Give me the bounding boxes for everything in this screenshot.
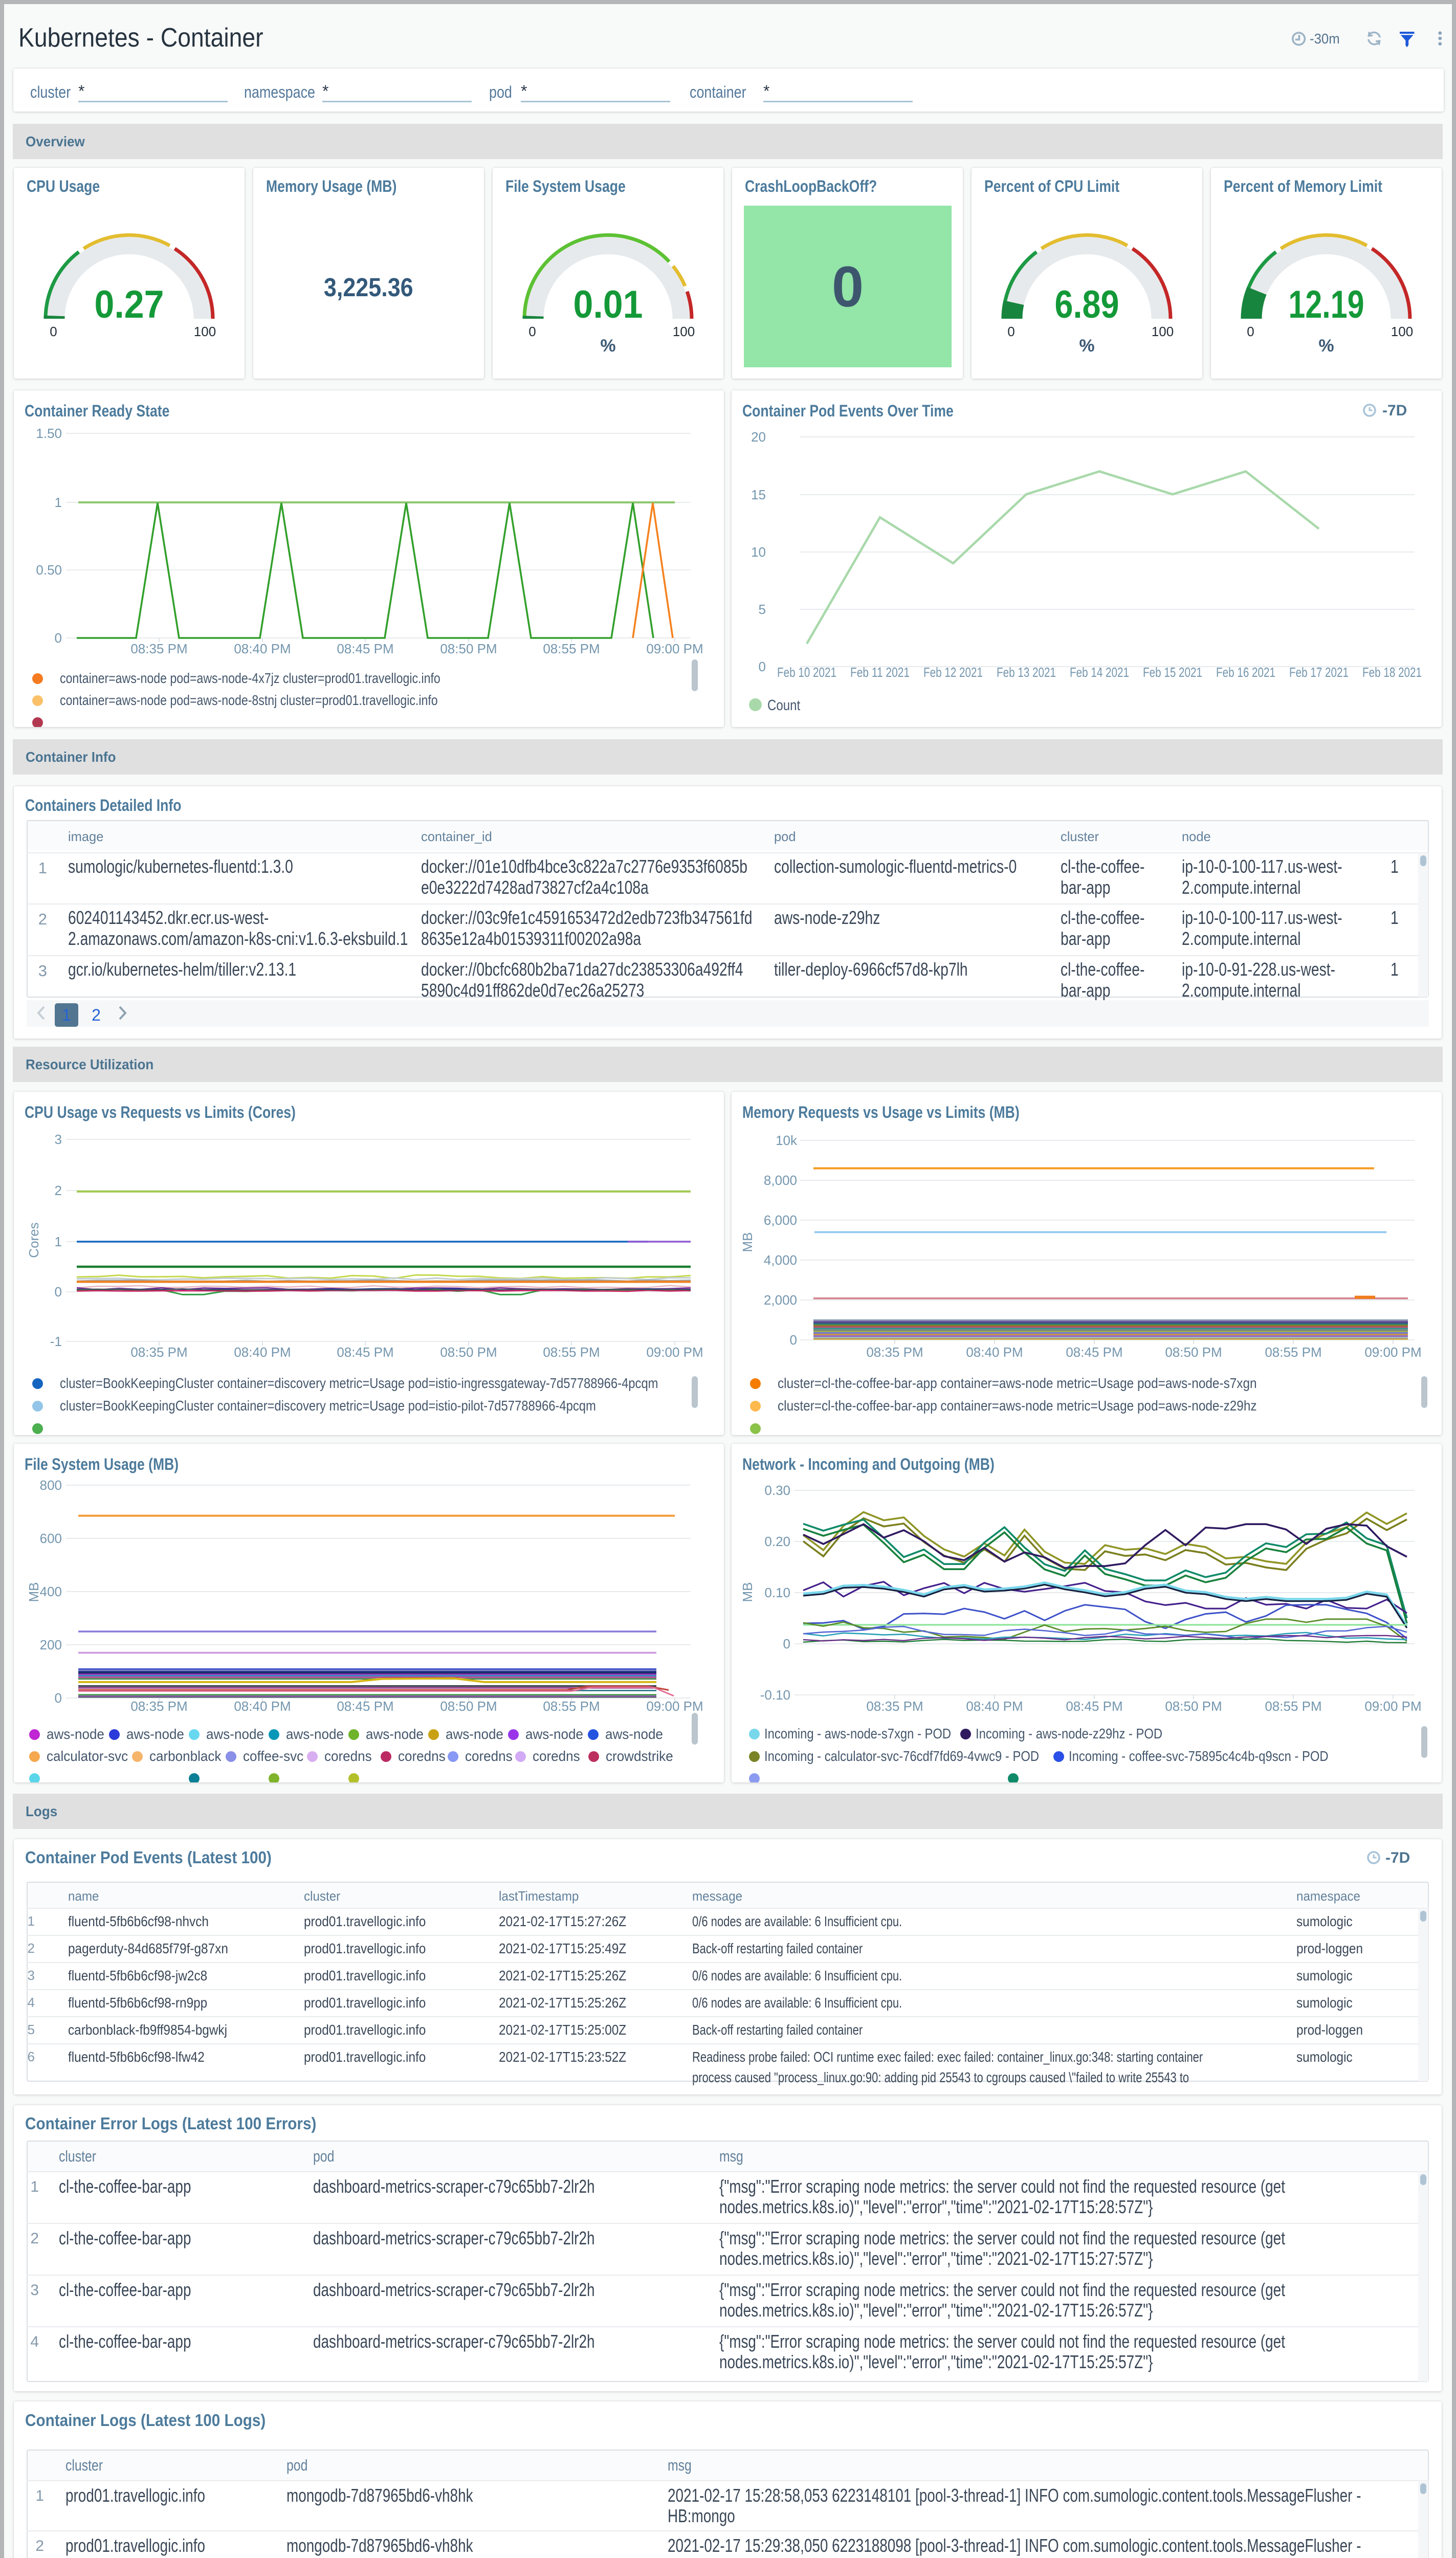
svg-text:1: 1: [55, 495, 62, 510]
svg-text:Feb 17 2021: Feb 17 2021: [1289, 665, 1349, 680]
svg-text:15: 15: [751, 487, 766, 502]
svg-text:100: 100: [673, 324, 695, 339]
svg-text:2: 2: [55, 1183, 62, 1198]
svg-text:0: 0: [1247, 324, 1254, 339]
svg-text:Feb 12 2021: Feb 12 2021: [923, 665, 983, 680]
svg-text:400: 400: [40, 1584, 62, 1599]
svg-text:1: 1: [55, 1234, 62, 1249]
svg-text:200: 200: [40, 1637, 62, 1652]
svg-text:3: 3: [55, 1132, 62, 1147]
svg-text:08:35 PM: 08:35 PM: [866, 1344, 923, 1360]
svg-text:0.30: 0.30: [764, 1483, 790, 1498]
svg-text:0: 0: [50, 324, 57, 339]
svg-text:10: 10: [751, 544, 766, 560]
svg-text:12.19: 12.19: [1289, 283, 1364, 326]
svg-text:1.50: 1.50: [36, 426, 62, 441]
svg-text:Feb 15 2021: Feb 15 2021: [1143, 665, 1202, 680]
svg-text:5: 5: [759, 602, 766, 617]
svg-text:6,000: 6,000: [764, 1212, 797, 1228]
svg-text:100: 100: [1152, 324, 1174, 339]
svg-text:08:50 PM: 08:50 PM: [440, 1344, 497, 1360]
svg-text:0.10: 0.10: [764, 1585, 790, 1600]
svg-text:08:55 PM: 08:55 PM: [1265, 1344, 1321, 1360]
svg-text:0.50: 0.50: [36, 562, 62, 578]
svg-text:Feb 14 2021: Feb 14 2021: [1070, 665, 1129, 680]
svg-text:-1: -1: [50, 1334, 62, 1349]
svg-text:08:50 PM: 08:50 PM: [440, 1699, 497, 1714]
svg-text:4,000: 4,000: [764, 1252, 797, 1268]
svg-text:0.01: 0.01: [573, 283, 643, 326]
svg-text:Cores: Cores: [26, 1222, 41, 1258]
svg-text:%: %: [600, 336, 615, 356]
svg-text:0: 0: [783, 1636, 790, 1651]
svg-text:08:50 PM: 08:50 PM: [1165, 1344, 1222, 1360]
svg-text:100: 100: [194, 324, 216, 339]
svg-text:08:45 PM: 08:45 PM: [337, 1344, 393, 1360]
svg-text:800: 800: [40, 1478, 62, 1493]
svg-text:Feb 13 2021: Feb 13 2021: [997, 665, 1056, 680]
svg-text:09:00 PM: 09:00 PM: [646, 1699, 703, 1714]
svg-text:%: %: [1318, 336, 1334, 356]
svg-text:08:45 PM: 08:45 PM: [1066, 1699, 1122, 1714]
svg-text:08:45 PM: 08:45 PM: [1066, 1344, 1122, 1360]
svg-text:Feb 11 2021: Feb 11 2021: [850, 665, 910, 680]
svg-text:%: %: [1079, 336, 1094, 356]
svg-text:08:35 PM: 08:35 PM: [130, 641, 187, 656]
svg-text:09:00 PM: 09:00 PM: [646, 641, 703, 656]
svg-text:10k: 10k: [776, 1133, 798, 1148]
svg-text:09:00 PM: 09:00 PM: [1364, 1344, 1421, 1360]
svg-text:0: 0: [790, 1332, 797, 1348]
svg-text:09:00 PM: 09:00 PM: [646, 1344, 703, 1360]
svg-text:08:40 PM: 08:40 PM: [234, 1344, 291, 1360]
svg-text:0: 0: [55, 630, 62, 646]
svg-text:08:55 PM: 08:55 PM: [1265, 1699, 1321, 1714]
svg-text:100: 100: [1391, 324, 1413, 339]
svg-text:08:55 PM: 08:55 PM: [543, 1344, 600, 1360]
svg-text:MB: MB: [26, 1582, 41, 1602]
svg-text:08:35 PM: 08:35 PM: [866, 1699, 923, 1714]
svg-text:08:50 PM: 08:50 PM: [1165, 1699, 1222, 1714]
svg-text:08:45 PM: 08:45 PM: [337, 641, 393, 656]
svg-text:-0.10: -0.10: [760, 1687, 790, 1703]
svg-text:20: 20: [751, 429, 766, 445]
svg-text:08:55 PM: 08:55 PM: [543, 641, 600, 656]
svg-text:MB: MB: [740, 1582, 755, 1602]
svg-text:0.20: 0.20: [764, 1534, 790, 1549]
svg-text:08:40 PM: 08:40 PM: [966, 1344, 1023, 1360]
svg-text:0: 0: [1007, 324, 1014, 339]
svg-text:08:35 PM: 08:35 PM: [130, 1344, 187, 1360]
svg-text:2,000: 2,000: [764, 1292, 797, 1308]
svg-text:08:35 PM: 08:35 PM: [130, 1699, 187, 1714]
svg-text:08:40 PM: 08:40 PM: [234, 1699, 291, 1714]
svg-text:8,000: 8,000: [764, 1173, 797, 1188]
svg-text:08:50 PM: 08:50 PM: [440, 641, 497, 656]
svg-text:6.89: 6.89: [1055, 283, 1119, 326]
svg-text:Feb 16 2021: Feb 16 2021: [1216, 665, 1275, 680]
svg-text:0: 0: [759, 659, 766, 674]
svg-text:Feb 18 2021: Feb 18 2021: [1362, 665, 1422, 680]
svg-text:08:55 PM: 08:55 PM: [543, 1699, 600, 1714]
svg-text:08:45 PM: 08:45 PM: [337, 1699, 393, 1714]
svg-text:600: 600: [40, 1531, 62, 1546]
svg-text:08:40 PM: 08:40 PM: [234, 641, 291, 656]
svg-text:0: 0: [55, 1690, 62, 1706]
svg-text:09:00 PM: 09:00 PM: [1364, 1699, 1421, 1714]
svg-text:0: 0: [55, 1284, 62, 1299]
svg-text:Feb 10 2021: Feb 10 2021: [777, 665, 836, 680]
svg-text:MB: MB: [740, 1232, 755, 1252]
svg-text:08:40 PM: 08:40 PM: [966, 1699, 1023, 1714]
svg-text:0: 0: [528, 324, 536, 339]
svg-text:0.27: 0.27: [95, 283, 164, 326]
